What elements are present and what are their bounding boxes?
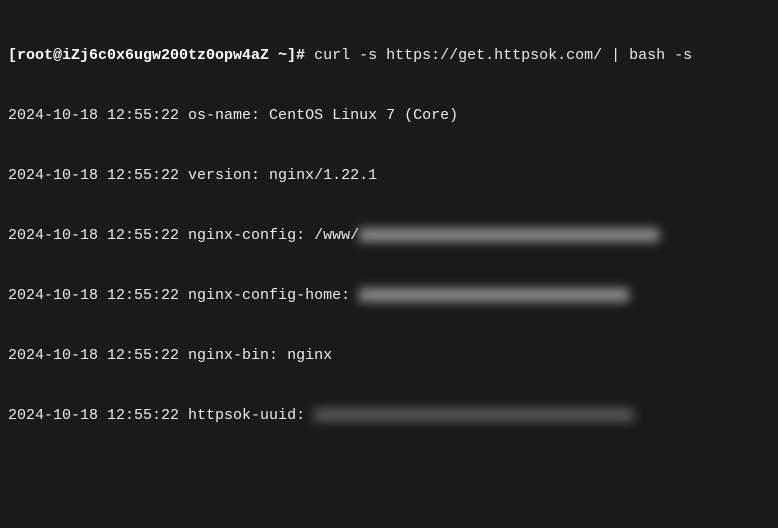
info-version: 2024-10-18 12:55:22 version: nginx/1.22.… (8, 166, 770, 186)
info-httpsok-uuid: 2024-10-18 12:55:22 httpsok-uuid: (8, 406, 770, 426)
shell-prompt: [root@iZj6c0x6ugw200tz0opw4aZ ~]# (8, 47, 305, 64)
info-nginx-config-home: 2024-10-18 12:55:22 nginx-config-home: (8, 286, 770, 306)
prompt-line-1[interactable]: [root@iZj6c0x6ugw200tz0opw4aZ ~]# curl -… (8, 46, 770, 66)
command-text: curl -s https://get.httpsok.com/ | bash … (314, 47, 692, 64)
info-osname: 2024-10-18 12:55:22 os-name: CentOS Linu… (8, 106, 770, 126)
terminal-output: [root@iZj6c0x6ugw200tz0opw4aZ ~]# curl -… (0, 0, 778, 528)
info-nginx-config: 2024-10-18 12:55:22 nginx-config: /www/ (8, 226, 770, 246)
info-nginx-bin: 2024-10-18 12:55:22 nginx-bin: nginx (8, 346, 770, 366)
